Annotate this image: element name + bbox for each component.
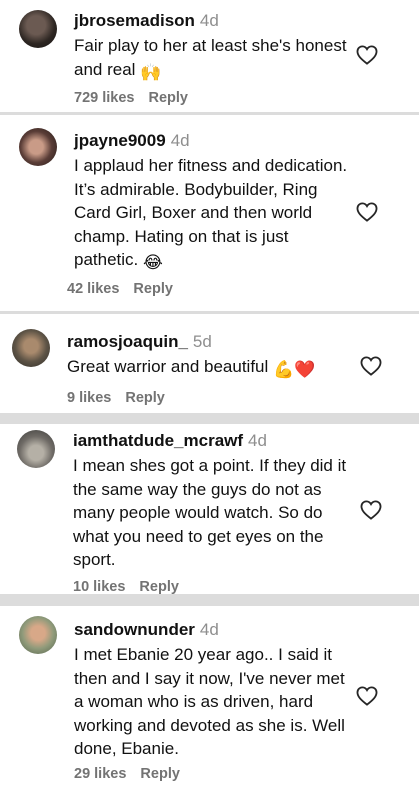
like-count[interactable]: 29 likes [74,766,126,782]
comment-username[interactable]: jbrosemadison [74,11,195,30]
comment-item: ramosjoaquin_ 5d Great warrior and beauti… [0,314,419,413]
comment-username[interactable]: jpayne9009 [74,131,166,150]
comment-text: Fair play to her at least she's honest a… [74,36,347,79]
comments-feed: jbrosemadison 4d Fair play to her at leas… [0,0,419,802]
comment-text: I met Ebanie 20 year ago.. I said it the… [74,645,345,758]
reply-button[interactable]: Reply [125,390,165,406]
comment-item: jbrosemadison 4d Fair play to her at leas… [0,0,419,112]
reply-button[interactable]: Reply [148,90,188,106]
comment-text: I mean shes got a point. If they did it … [73,456,347,569]
avatar[interactable] [17,430,55,468]
like-count[interactable]: 42 likes [67,281,119,297]
comment-age: 4d [199,11,219,30]
heart-icon[interactable] [360,356,382,376]
comment-text: Great warrior and beautiful [67,357,269,376]
reply-button[interactable]: Reply [133,281,173,297]
comment-age: 5d [192,332,212,351]
comment-item: jpayne9009 4d I applaud her fitness and d… [0,115,419,311]
heart-icon[interactable] [360,500,382,520]
comment-age: 4d [248,431,267,450]
avatar[interactable] [19,10,57,48]
comment-username[interactable]: sandownunder [74,620,195,639]
comment-emoji: 🙌 [140,62,162,82]
comment-username[interactable]: ramosjoaquin_ [67,332,188,351]
comment-emoji: 😂 [143,253,163,272]
like-count[interactable]: 10 likes [73,579,125,595]
comment-emoji: 💪❤️ [273,360,316,379]
avatar[interactable] [19,616,57,654]
like-count[interactable]: 729 likes [74,90,134,106]
heart-icon[interactable] [356,686,378,706]
heart-icon[interactable] [356,45,378,65]
comment-age: 4d [199,620,219,639]
comment-username[interactable]: iamthatdude_mcrawf [73,431,243,450]
like-count[interactable]: 9 likes [67,390,111,406]
avatar[interactable] [12,329,50,367]
comment-age: 4d [170,131,190,150]
comment-item: sandownunder 4d I met Ebanie 20 year ago.… [0,606,419,802]
reply-button[interactable]: Reply [140,766,180,782]
comment-item: iamthatdude_mcrawf 4d I mean shes got a p… [0,424,419,595]
reply-button[interactable]: Reply [139,579,179,595]
avatar[interactable] [19,128,57,166]
comment-text: I applaud her fitness and dedication. It… [74,156,348,269]
heart-icon[interactable] [356,202,378,222]
